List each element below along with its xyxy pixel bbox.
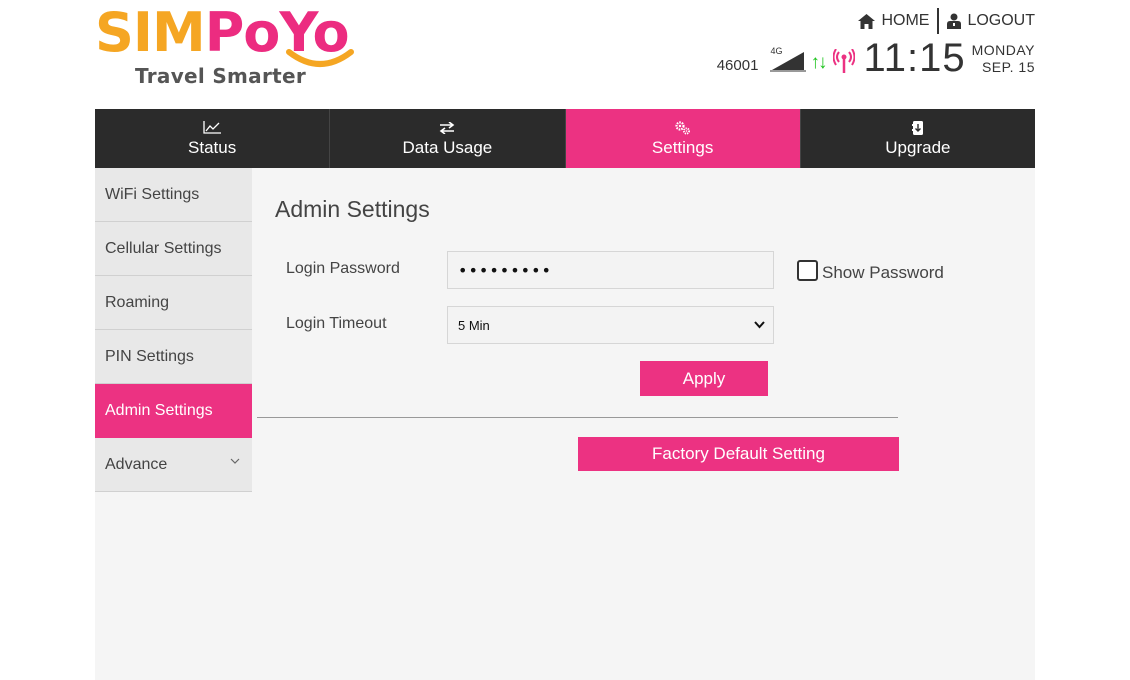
sidebar-item-pin-settings[interactable]: PIN Settings xyxy=(95,330,252,384)
download-arrow-icon: ↓ xyxy=(817,52,828,73)
clock-day: MONDAY xyxy=(971,42,1035,58)
sidebar-item-wifi-settings[interactable]: WiFi Settings xyxy=(95,168,252,222)
settings-sidebar: WiFi Settings Cellular Settings Roaming … xyxy=(95,168,252,492)
tab-data-usage[interactable]: Data Usage xyxy=(330,109,566,168)
transfer-icon xyxy=(440,121,455,134)
login-timeout-value: 5 Min xyxy=(458,317,490,333)
tab-settings[interactable]: Settings xyxy=(565,109,801,168)
home-link[interactable]: HOME xyxy=(858,12,929,30)
gears-icon xyxy=(675,120,690,134)
home-icon xyxy=(858,13,876,29)
admin-settings-panel: Admin Settings Login Password Show Passw… xyxy=(252,168,1035,680)
sidebar-item-label: Admin Settings xyxy=(105,401,213,419)
logo[interactable]: SIMPoYo Travel Smarter xyxy=(95,4,385,90)
login-password-label: Login Password xyxy=(286,260,400,277)
home-label: HOME xyxy=(881,12,930,29)
tab-upgrade-label: Upgrade xyxy=(885,137,951,157)
device-status-bar: 46001 4G ↑ ↓ 11:15 MONDAY SEP. 15 xyxy=(717,38,1035,78)
tab-status-label: Status xyxy=(188,137,237,157)
apply-button[interactable]: Apply xyxy=(640,361,768,396)
sidebar-item-label: Cellular Settings xyxy=(105,239,222,257)
top-links: HOME LOGOUT xyxy=(858,8,1035,34)
tab-status[interactable]: Status xyxy=(95,109,331,168)
show-password-label: Show Password xyxy=(822,263,944,282)
signal-icon xyxy=(770,52,807,72)
login-timeout-select[interactable]: 5 Min xyxy=(447,306,774,344)
logo-tagline: Travel Smarter xyxy=(135,64,307,88)
wifi-antenna-icon xyxy=(833,49,856,73)
sidebar-item-cellular-settings[interactable]: Cellular Settings xyxy=(95,222,252,276)
tab-settings-label: Settings xyxy=(651,137,714,157)
chart-icon xyxy=(203,121,222,134)
show-password-toggle[interactable]: Show Password xyxy=(797,257,944,283)
sidebar-item-label: WiFi Settings xyxy=(105,185,200,203)
data-transfer-icon: ↑ ↓ xyxy=(810,53,827,73)
tab-data-usage-label: Data Usage xyxy=(402,137,493,157)
login-timeout-label: Login Timeout xyxy=(286,315,387,332)
main-nav: Status Data Usage Settings Upgrade xyxy=(95,109,1035,168)
sidebar-item-label: Advance xyxy=(105,455,168,473)
section-divider xyxy=(257,417,898,418)
header: SIMPoYo Travel Smarter HOME LOGOUT 46001… xyxy=(0,0,1130,109)
logout-link[interactable]: LOGOUT xyxy=(947,12,1035,30)
sidebar-item-admin-settings[interactable]: Admin Settings xyxy=(95,384,252,438)
top-links-separator xyxy=(937,8,940,34)
sidebar-item-advance[interactable]: Advance xyxy=(95,438,252,492)
sidebar-item-roaming[interactable]: Roaming xyxy=(95,276,252,330)
factory-default-button[interactable]: Factory Default Setting xyxy=(578,437,899,471)
page-title: Admin Settings xyxy=(275,196,430,222)
carrier-code: 46001 xyxy=(716,57,759,74)
user-icon xyxy=(947,13,962,29)
chevron-down-icon xyxy=(230,458,240,464)
sidebar-item-label: Roaming xyxy=(105,293,170,311)
sidebar-item-label: PIN Settings xyxy=(105,347,194,365)
tab-upgrade[interactable]: Upgrade xyxy=(801,109,1035,168)
clock-date: MONDAY SEP. 15 xyxy=(972,42,1035,76)
chevron-down-icon xyxy=(754,321,765,329)
clock-date-value: SEP. 15 xyxy=(981,59,1035,75)
content-area: WiFi Settings Cellular Settings Roaming … xyxy=(95,168,1035,680)
signal-indicator: 4G xyxy=(770,46,807,72)
login-password-input[interactable] xyxy=(447,251,774,289)
logout-label: LOGOUT xyxy=(967,12,1035,29)
upgrade-icon xyxy=(911,120,923,135)
clock-time: 11:15 xyxy=(863,36,966,80)
show-password-checkbox[interactable] xyxy=(797,259,818,281)
